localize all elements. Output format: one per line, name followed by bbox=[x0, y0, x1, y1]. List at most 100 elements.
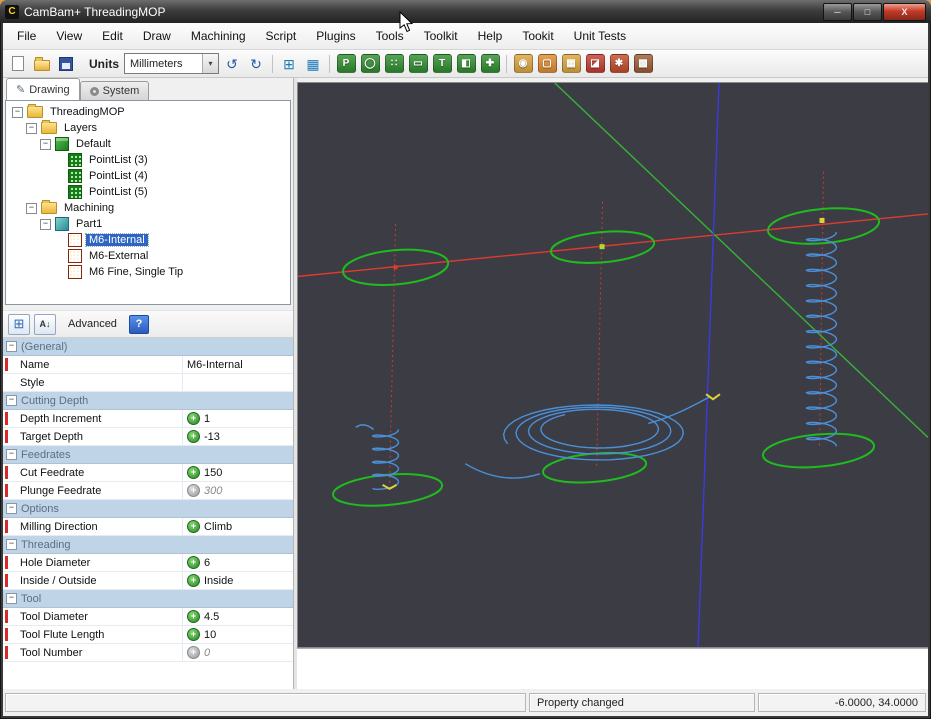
collapse-icon[interactable]: − bbox=[6, 449, 17, 460]
property-value-cell[interactable]: +10 bbox=[183, 628, 293, 641]
open-folder-icon-button[interactable] bbox=[31, 53, 53, 74]
property-category-tool[interactable]: −Tool bbox=[3, 590, 293, 608]
menu-tools[interactable]: Tools bbox=[366, 25, 414, 47]
property-row-style[interactable]: Style bbox=[3, 374, 293, 392]
property-row-milling-direction[interactable]: Milling Direction+Climb bbox=[3, 518, 293, 536]
property-category-options[interactable]: −Options bbox=[3, 500, 293, 518]
property-value-cell[interactable]: +0 bbox=[183, 646, 293, 659]
property-category-general[interactable]: −(General) bbox=[3, 338, 293, 356]
close-button[interactable]: X bbox=[883, 3, 926, 21]
property-category-feedrates[interactable]: −Feedrates bbox=[3, 446, 293, 464]
expand-value-icon[interactable]: + bbox=[187, 574, 200, 587]
menu-file[interactable]: File bbox=[7, 25, 46, 47]
rectangle-icon-button[interactable]: ▭ bbox=[407, 53, 429, 74]
advanced-label[interactable]: Advanced bbox=[68, 318, 117, 330]
tree-item-default[interactable]: −Default bbox=[6, 136, 290, 152]
categorized-view-button[interactable]: ⊞ bbox=[8, 314, 30, 335]
profile-icon-button[interactable]: ▢ bbox=[536, 53, 558, 74]
undo-icon-button[interactable]: ↺ bbox=[221, 53, 243, 74]
collapse-icon[interactable]: − bbox=[6, 539, 17, 550]
units-combobox[interactable]: Millimeters▾ bbox=[124, 53, 219, 74]
expand-value-icon[interactable]: + bbox=[187, 628, 200, 641]
maximize-button[interactable]: □ bbox=[853, 3, 882, 21]
engrave-icon-button[interactable]: ◪ bbox=[584, 53, 606, 74]
tree-item-machining[interactable]: −Machining bbox=[6, 200, 290, 216]
text-icon-button[interactable]: T bbox=[431, 53, 453, 74]
help-icon[interactable]: ? bbox=[129, 315, 149, 334]
menu-tookit[interactable]: Tookit bbox=[512, 25, 563, 47]
tree-item-m6-fine-single-tip[interactable]: M6 Fine, Single Tip bbox=[6, 264, 290, 280]
property-row-cut-feedrate[interactable]: Cut Feedrate+150 bbox=[3, 464, 293, 482]
drill-icon-button[interactable]: ◉ bbox=[512, 53, 534, 74]
tree-item-layers[interactable]: −Layers bbox=[6, 120, 290, 136]
menu-draw[interactable]: Draw bbox=[133, 25, 181, 47]
property-row-hole-diameter[interactable]: Hole Diameter+6 bbox=[3, 554, 293, 572]
circle-icon-button[interactable]: ◯ bbox=[359, 53, 381, 74]
expand-value-icon[interactable]: + bbox=[187, 520, 200, 533]
menu-unit-tests[interactable]: Unit Tests bbox=[564, 25, 636, 47]
property-row-name[interactable]: NameM6-Internal bbox=[3, 356, 293, 374]
title-bar[interactable]: C CamBam+ ThreadingMOP ─ □ X bbox=[0, 0, 931, 23]
collapse-icon[interactable]: − bbox=[26, 203, 37, 214]
expand-value-icon[interactable]: + bbox=[187, 610, 200, 623]
tree-item-pointlist-5[interactable]: PointList (5) bbox=[6, 184, 290, 200]
property-value-cell[interactable]: +150 bbox=[183, 466, 293, 479]
expand-value-icon[interactable]: + bbox=[187, 556, 200, 569]
collapse-icon[interactable]: − bbox=[6, 395, 17, 406]
property-row-inside-outside[interactable]: Inside / Outside+Inside bbox=[3, 572, 293, 590]
property-value-cell[interactable]: +Climb bbox=[183, 520, 293, 533]
collapse-icon[interactable]: − bbox=[6, 593, 17, 604]
property-value-cell[interactable]: +6 bbox=[183, 556, 293, 569]
menu-plugins[interactable]: Plugins bbox=[306, 25, 365, 47]
expand-value-icon[interactable]: + bbox=[187, 646, 200, 659]
menu-edit[interactable]: Edit bbox=[92, 25, 133, 47]
new-file-icon-button[interactable] bbox=[7, 53, 29, 74]
tree-item-part1[interactable]: −Part1 bbox=[6, 216, 290, 232]
tree-item-m6-external[interactable]: M6-External bbox=[6, 248, 290, 264]
collapse-icon[interactable]: − bbox=[26, 123, 37, 134]
tree-item-pointlist-3[interactable]: PointList (3) bbox=[6, 152, 290, 168]
property-row-tool-diameter[interactable]: Tool Diameter+4.5 bbox=[3, 608, 293, 626]
save-icon-button[interactable] bbox=[55, 53, 77, 74]
snap-grid-icon-button[interactable]: ⊞ bbox=[278, 53, 300, 74]
collapse-icon[interactable]: − bbox=[6, 503, 17, 514]
expand-value-icon[interactable]: + bbox=[187, 484, 200, 497]
tree-item-pointlist-4[interactable]: PointList (4) bbox=[6, 168, 290, 184]
tab-drawing[interactable]: ✎Drawing bbox=[6, 78, 80, 100]
collapse-icon[interactable]: − bbox=[12, 107, 23, 118]
sort-alphabetical-button[interactable]: A↓ bbox=[34, 314, 56, 335]
menu-machining[interactable]: Machining bbox=[181, 25, 256, 47]
property-category-threading[interactable]: −Threading bbox=[3, 536, 293, 554]
collapse-icon[interactable]: − bbox=[6, 341, 17, 352]
expand-value-icon[interactable]: + bbox=[187, 466, 200, 479]
property-row-tool-flute-length[interactable]: Tool Flute Length+10 bbox=[3, 626, 293, 644]
menu-script[interactable]: Script bbox=[256, 25, 307, 47]
menu-view[interactable]: View bbox=[46, 25, 92, 47]
surface-icon-button[interactable]: ◧ bbox=[455, 53, 477, 74]
expand-value-icon[interactable]: + bbox=[187, 430, 200, 443]
viewport-canvas[interactable] bbox=[298, 83, 928, 647]
pocket-icon-button[interactable]: ▦ bbox=[560, 53, 582, 74]
property-row-plunge-feedrate[interactable]: Plunge Feedrate+300 bbox=[3, 482, 293, 500]
property-row-target-depth[interactable]: Target Depth+-13 bbox=[3, 428, 293, 446]
menu-help[interactable]: Help bbox=[468, 25, 513, 47]
tree-item-threadingmop[interactable]: −ThreadingMOP bbox=[6, 104, 290, 120]
property-value-cell[interactable]: +Inside bbox=[183, 574, 293, 587]
property-value-cell[interactable]: M6-Internal bbox=[183, 359, 293, 371]
property-row-tool-number[interactable]: Tool Number+0 bbox=[3, 644, 293, 662]
tab-system[interactable]: System bbox=[80, 81, 150, 100]
property-value-cell[interactable]: +-13 bbox=[183, 430, 293, 443]
tree-item-m6-internal[interactable]: M6-Internal bbox=[6, 232, 290, 248]
collapse-icon[interactable]: − bbox=[40, 219, 51, 230]
region-icon-button[interactable]: ✚ bbox=[479, 53, 501, 74]
property-value-cell[interactable]: +300 bbox=[183, 484, 293, 497]
threading-icon-button[interactable]: ✱ bbox=[608, 53, 630, 74]
property-row-depth-increment[interactable]: Depth Increment+1 bbox=[3, 410, 293, 428]
pointlist-icon-button[interactable]: ∷ bbox=[383, 53, 405, 74]
menu-toolkit[interactable]: Toolkit bbox=[414, 25, 468, 47]
collapse-icon[interactable]: − bbox=[40, 139, 51, 150]
property-value-cell[interactable]: +1 bbox=[183, 412, 293, 425]
polyline-icon-button[interactable]: P bbox=[335, 53, 357, 74]
property-value-cell[interactable]: +4.5 bbox=[183, 610, 293, 623]
minimize-button[interactable]: ─ bbox=[823, 3, 852, 21]
